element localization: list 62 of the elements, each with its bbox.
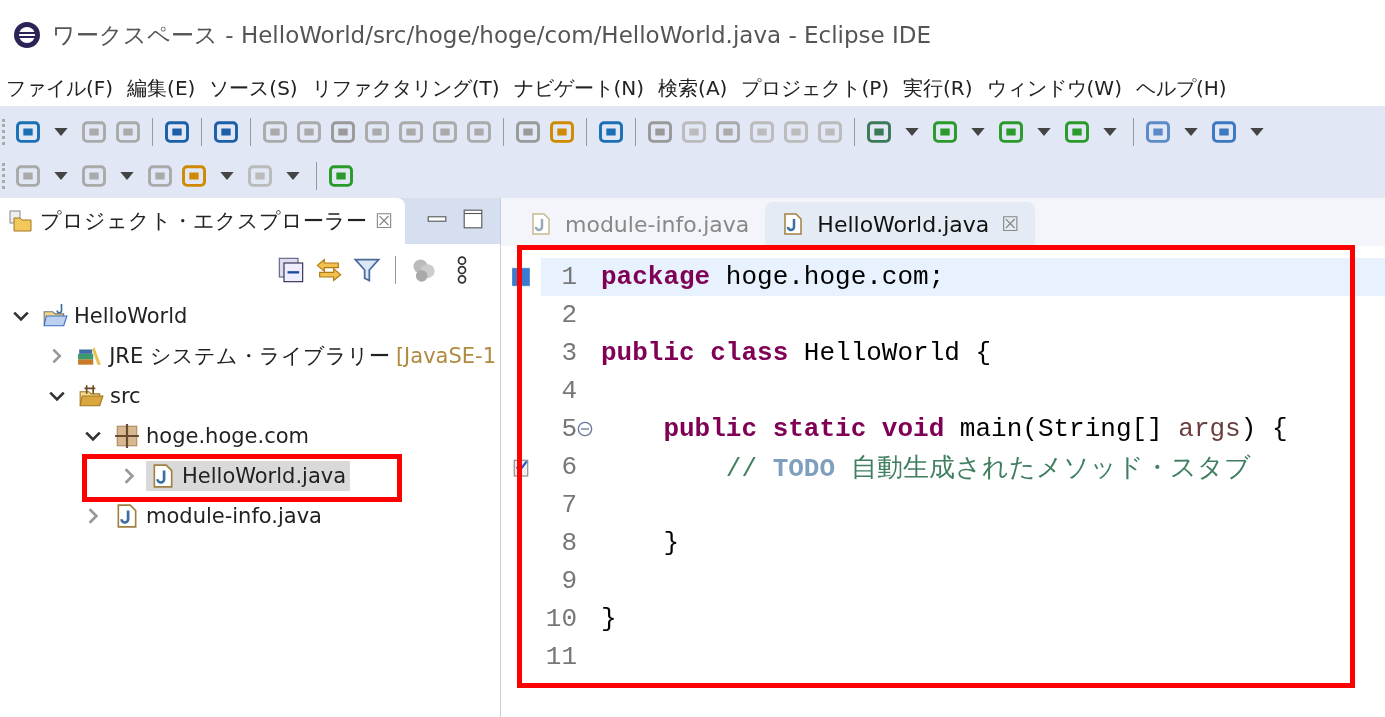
- line-number: 2: [560, 300, 577, 330]
- menu-item[interactable]: 検索(A): [658, 74, 728, 102]
- dropdown-arrow-icon[interactable]: [971, 128, 985, 136]
- line-number: 7: [560, 490, 577, 520]
- code-line: package hoge.hoge.com;: [600, 262, 945, 292]
- dropdown-arrow-icon[interactable]: [1250, 128, 1264, 136]
- line-number: 6: [560, 452, 577, 482]
- line-number: 8: [560, 528, 577, 558]
- code-line: public static void main(String[] args) {: [662, 414, 1288, 444]
- menu-item[interactable]: リファクタリング(T): [311, 74, 500, 102]
- menu-item[interactable]: ウィンドウ(W): [986, 74, 1122, 102]
- window-title: ワークスペース - HelloWorld/src/hoge/hoge/com/HelloWorld.java - Eclipse IDE: [52, 20, 932, 50]
- folder-icon: [8, 209, 32, 233]
- line-number: 11: [544, 642, 577, 672]
- filter-icon[interactable]: [353, 256, 381, 284]
- code-line: }: [600, 604, 617, 634]
- dropdown-arrow-icon[interactable]: [1103, 128, 1117, 136]
- menu-item[interactable]: ナビゲート(N): [513, 74, 645, 102]
- dropdown-arrow-icon[interactable]: [286, 172, 300, 180]
- code-line: // TODO 自動生成されたメソッド・スタブ: [724, 452, 1251, 485]
- dropdown-arrow-icon[interactable]: [54, 128, 68, 136]
- package-icon: [114, 423, 140, 449]
- project-folder-icon: [42, 303, 68, 329]
- tree-item[interactable]: HelloWorld: [38, 301, 192, 331]
- dropdown-arrow-icon[interactable]: [54, 172, 68, 180]
- line-number: 10: [544, 604, 577, 634]
- line-number: 5: [560, 414, 577, 444]
- menu-item[interactable]: ファイル(F): [6, 74, 114, 102]
- tree-item[interactable]: hoge.hoge.com: [110, 421, 314, 451]
- collapse-icon[interactable]: [577, 421, 593, 437]
- maximize-icon[interactable]: [462, 208, 484, 230]
- dropdown-arrow-icon[interactable]: [1037, 128, 1051, 136]
- menu-item[interactable]: ソース(S): [209, 74, 298, 102]
- explorer-tab[interactable]: プロジェクト・エクスプローラー ☒: [0, 198, 405, 244]
- code-line: }: [662, 528, 679, 558]
- dropdown-arrow-icon[interactable]: [1184, 128, 1198, 136]
- java-file-icon: [529, 212, 553, 236]
- tree-item[interactable]: JRE システム・ライブラリー [JavaSE-1: [73, 340, 500, 372]
- source-folder-icon: [78, 383, 104, 409]
- close-button[interactable]: ☒: [375, 209, 393, 233]
- link-arrows-icon[interactable]: [315, 256, 343, 284]
- dropdown-arrow-icon[interactable]: [905, 128, 919, 136]
- tree-item[interactable]: module-info.java: [110, 501, 326, 531]
- editor-tab[interactable]: HelloWorld.java ☒: [765, 202, 1036, 246]
- menu-item[interactable]: 実行(R): [903, 74, 973, 102]
- app-icon: [12, 20, 42, 50]
- line-number: 1: [560, 262, 577, 292]
- code-line: public class HelloWorld {: [600, 338, 992, 368]
- line-number: 9: [560, 566, 577, 596]
- explorer-title: プロジェクト・エクスプローラー: [40, 208, 367, 235]
- line-number: 4: [560, 376, 577, 406]
- dropdown-arrow-icon[interactable]: [120, 172, 134, 180]
- menu-item[interactable]: プロジェクト(P): [741, 74, 890, 102]
- line-number: 3: [560, 338, 577, 368]
- dropdown-arrow-icon[interactable]: [220, 172, 234, 180]
- collapse-all-icon[interactable]: [277, 256, 305, 284]
- decoration-text: [JavaSE-1: [395, 344, 496, 368]
- code-editor[interactable]: 1 package hoge.hoge.com; 2 3 public class HelloWorld { 4 5 public static void main(String[] args) { 6 // TODO 自動生成されたメソッド・スタブ 7 8 } 9 10 } 11: [501, 246, 1385, 717]
- tree-item[interactable]: HelloWorld.java: [146, 461, 351, 491]
- tree-item[interactable]: src: [74, 381, 145, 411]
- menu-item[interactable]: ヘルプ(H): [1135, 74, 1227, 102]
- menu-item[interactable]: 編集(E): [127, 74, 196, 102]
